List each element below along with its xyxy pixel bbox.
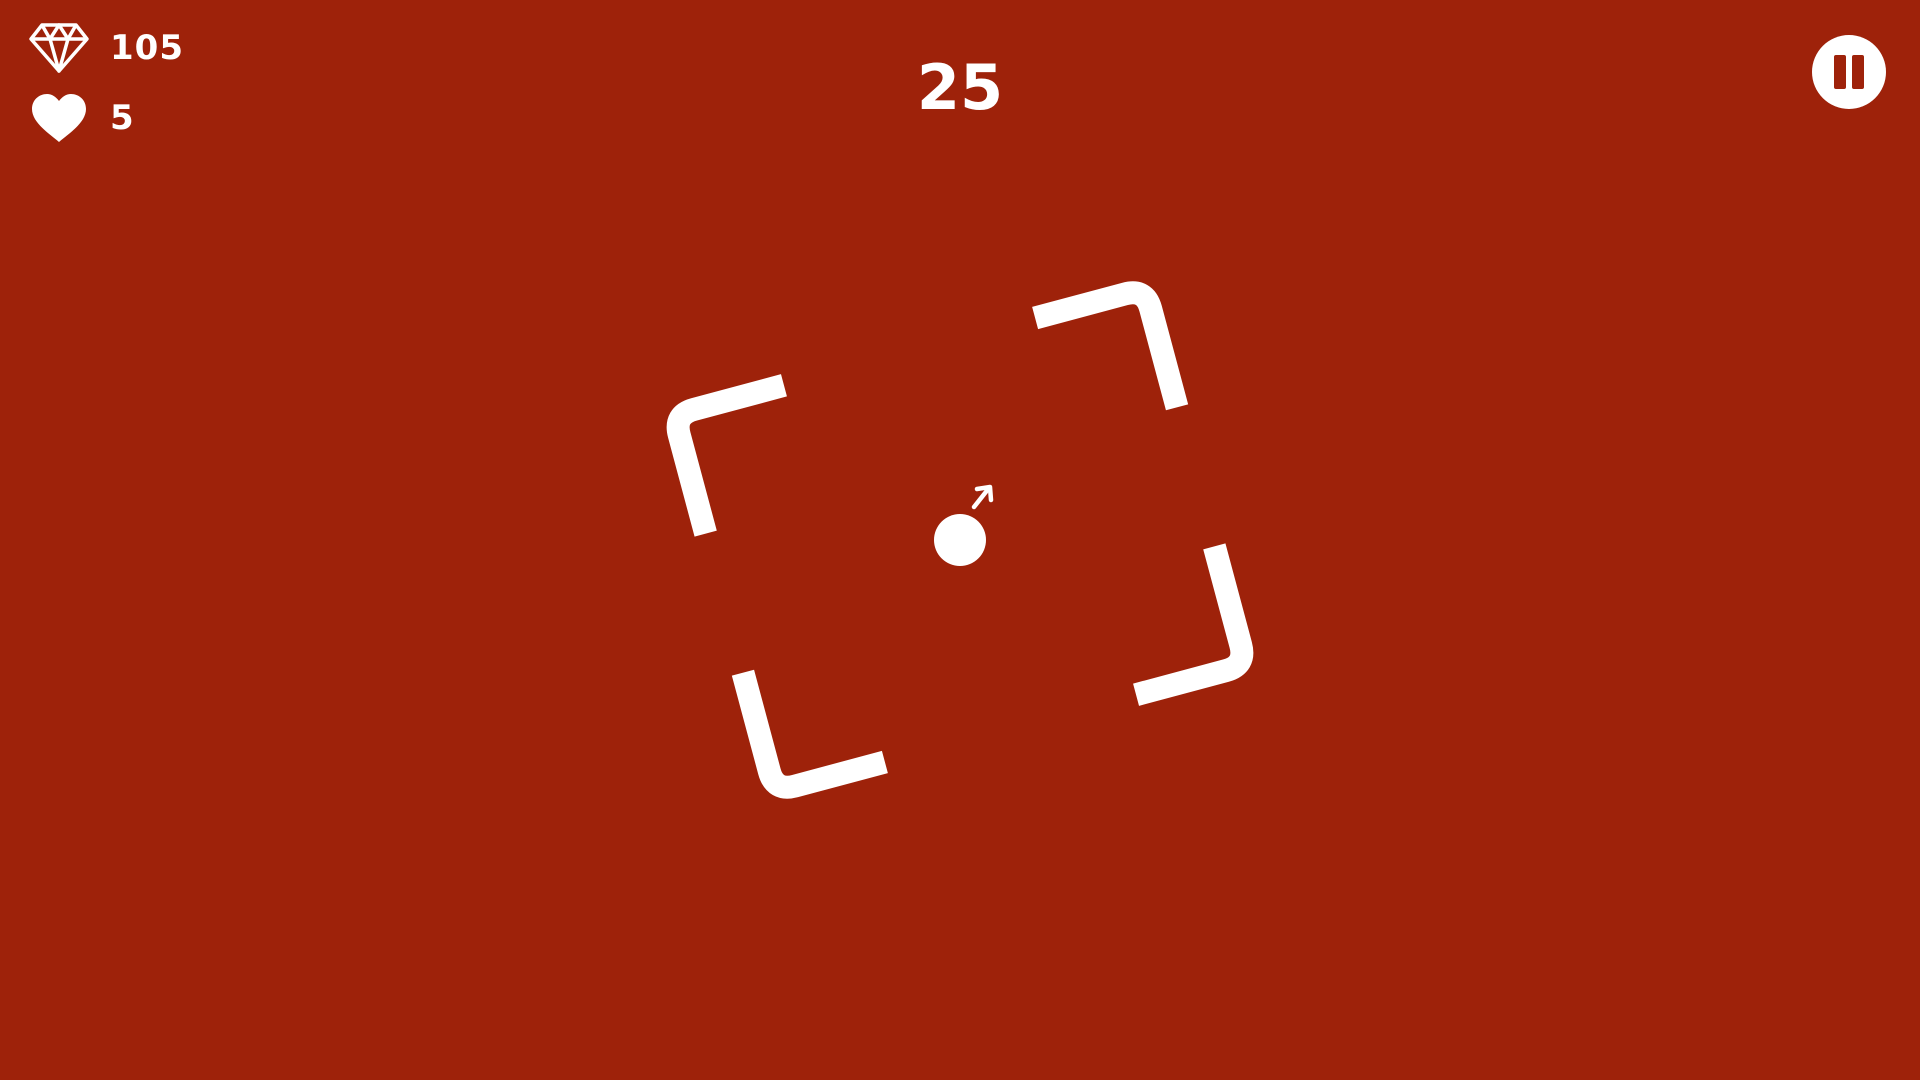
playfield[interactable] [0, 0, 1920, 1080]
arrow-up-right-icon [971, 484, 994, 510]
frame-corner-bottom-left [731, 669, 888, 799]
frame-corner-top-left [666, 374, 787, 537]
frame-corner-top-right [1032, 281, 1189, 411]
ball [934, 514, 986, 566]
frame-corner-bottom-right [1133, 543, 1254, 706]
game-screen[interactable]: 105 5 25 [0, 0, 1920, 1080]
